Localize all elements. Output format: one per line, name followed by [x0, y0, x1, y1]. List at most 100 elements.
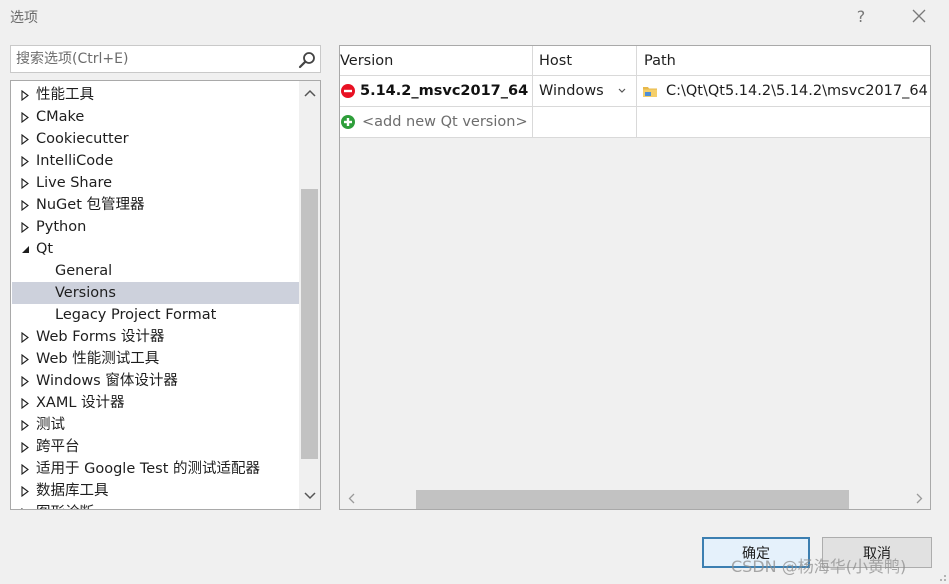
tree-item[interactable]: Web Forms 设计器: [12, 326, 299, 348]
search-box: [10, 45, 321, 73]
tree-vertical-scrollbar[interactable]: [299, 81, 320, 509]
tree-item[interactable]: 适用于 Google Test 的测试适配器: [12, 458, 299, 480]
column-header-path[interactable]: Path: [637, 46, 930, 76]
host-value: Windows: [539, 83, 604, 99]
chevron-left-icon: [348, 493, 354, 503]
chevron-down-icon: [618, 88, 626, 93]
scroll-up-button[interactable]: [299, 83, 320, 103]
collapsed-arrow-icon[interactable]: [19, 502, 31, 509]
resize-grip-icon[interactable]: [937, 572, 947, 582]
collapsed-arrow-icon[interactable]: [19, 414, 31, 436]
tree-item[interactable]: XAML 设计器: [12, 392, 299, 414]
collapsed-arrow-icon[interactable]: [19, 150, 31, 172]
expanded-arrow-icon[interactable]: [19, 238, 31, 260]
tree-item-label: Python: [36, 219, 87, 235]
tree-item-label: Web 性能测试工具: [36, 351, 160, 367]
path-cell[interactable]: C:\Qt\Qt5.14.2\5.14.2\msvc2017_64: [637, 76, 930, 107]
collapsed-arrow-icon[interactable]: [19, 458, 31, 480]
add-version-cell[interactable]: <add new Qt version>: [340, 107, 533, 138]
tree-item[interactable]: General: [12, 260, 299, 282]
add-version-label: <add new Qt version>: [362, 114, 528, 130]
tree-item-label: 适用于 Google Test 的测试适配器: [36, 461, 261, 477]
column-header-host[interactable]: Host: [533, 46, 637, 76]
tree-item[interactable]: CMake: [12, 106, 299, 128]
table-row[interactable]: 5.14.2_msvc2017_64 Windows C:\Qt\Qt5.14.…: [340, 76, 930, 107]
tree-item[interactable]: Live Share: [12, 172, 299, 194]
close-button[interactable]: [906, 4, 932, 28]
chevron-up-icon: [303, 89, 316, 97]
watermark: CSDN @杨海华(小黄鸭): [731, 557, 907, 576]
add-icon[interactable]: [341, 115, 355, 129]
tree-item-label: Windows 窗体设计器: [36, 373, 178, 389]
tree-item[interactable]: 性能工具: [12, 84, 299, 106]
tree-item-label: Versions: [55, 285, 116, 301]
collapsed-arrow-icon[interactable]: [19, 172, 31, 194]
add-version-row[interactable]: <add new Qt version>: [340, 107, 930, 138]
search-input[interactable]: [11, 46, 291, 72]
collapsed-arrow-icon[interactable]: [19, 216, 31, 238]
tree-item-label: 测试: [36, 417, 65, 433]
collapsed-arrow-icon[interactable]: [19, 348, 31, 370]
empty-cell: [533, 107, 637, 138]
tree-item-label: IntelliCode: [36, 153, 114, 169]
collapsed-arrow-icon[interactable]: [19, 128, 31, 150]
search-icon[interactable]: [298, 51, 316, 69]
tree-item[interactable]: 测试: [12, 414, 299, 436]
scroll-left-button[interactable]: [344, 489, 358, 507]
tree-item-label: 性能工具: [36, 87, 94, 103]
grid-scroll-thumb[interactable]: [416, 490, 849, 509]
collapsed-arrow-icon[interactable]: [19, 480, 31, 502]
options-dialog: 选项 ? 性能工具 CMake Cookiecutter IntelliCode Liv…: [0, 0, 949, 584]
tree-item[interactable]: Qt: [12, 238, 299, 260]
collapsed-arrow-icon[interactable]: [19, 106, 31, 128]
host-select[interactable]: Windows: [533, 76, 637, 107]
tree-item-label: XAML 设计器: [36, 395, 125, 411]
tree-item-label: Cookiecutter: [36, 131, 129, 147]
collapsed-arrow-icon[interactable]: [19, 370, 31, 392]
version-cell[interactable]: 5.14.2_msvc2017_64: [340, 76, 533, 107]
dialog-title: 选项: [10, 10, 38, 26]
tree-scroll-thumb[interactable]: [301, 189, 318, 459]
collapsed-arrow-icon[interactable]: [19, 194, 31, 216]
tree-item[interactable]: Cookiecutter: [12, 128, 299, 150]
tree-item[interactable]: Web 性能测试工具: [12, 348, 299, 370]
collapsed-arrow-icon[interactable]: [19, 436, 31, 458]
tree-item-label: 图形诊断: [36, 502, 94, 509]
tree-item-label: CMake: [36, 109, 85, 125]
chevron-down-icon: [303, 492, 316, 500]
tree-item-label: 跨平台: [36, 439, 80, 455]
help-button[interactable]: ?: [848, 4, 874, 28]
path-value: C:\Qt\Qt5.14.2\5.14.2\msvc2017_64: [666, 83, 928, 99]
tree-item-label: Qt: [36, 241, 54, 257]
scroll-right-button[interactable]: [912, 489, 926, 507]
collapsed-arrow-icon[interactable]: [19, 84, 31, 106]
remove-icon[interactable]: [341, 84, 355, 98]
tree-item[interactable]: Versions: [12, 282, 299, 304]
tree-item-label: Live Share: [36, 175, 113, 191]
tree-item-label: Web Forms 设计器: [36, 329, 165, 345]
tree-item[interactable]: 图形诊断: [12, 502, 299, 509]
tree-item[interactable]: Legacy Project Format: [12, 304, 299, 326]
tree-item-label: NuGet 包管理器: [36, 197, 145, 213]
tree-item[interactable]: 数据库工具: [12, 480, 299, 502]
tree-item-label: Legacy Project Format: [55, 307, 217, 323]
folder-icon[interactable]: [642, 84, 658, 98]
tree-item-label: General: [55, 263, 113, 279]
tree-item[interactable]: Windows 窗体设计器: [12, 370, 299, 392]
column-header-version[interactable]: Version: [340, 46, 533, 76]
close-icon: [912, 9, 926, 23]
grid-horizontal-scrollbar[interactable]: [340, 487, 930, 509]
collapsed-arrow-icon[interactable]: [19, 326, 31, 348]
tree-item[interactable]: NuGet 包管理器: [12, 194, 299, 216]
qt-versions-grid: Version Host Path 5.14.2_msvc2017_64 Win…: [339, 45, 931, 510]
grid-header: Version Host Path: [340, 46, 930, 76]
tree-item[interactable]: IntelliCode: [12, 150, 299, 172]
collapsed-arrow-icon[interactable]: [19, 392, 31, 414]
tree-item-label: 数据库工具: [36, 483, 109, 499]
scroll-down-button[interactable]: [299, 486, 320, 506]
empty-cell: [637, 107, 930, 138]
options-tree: 性能工具 CMake Cookiecutter IntelliCode Live Sha…: [10, 80, 321, 510]
tree-item[interactable]: 跨平台: [12, 436, 299, 458]
tree-item[interactable]: Python: [12, 216, 299, 238]
chevron-right-icon: [916, 493, 922, 503]
